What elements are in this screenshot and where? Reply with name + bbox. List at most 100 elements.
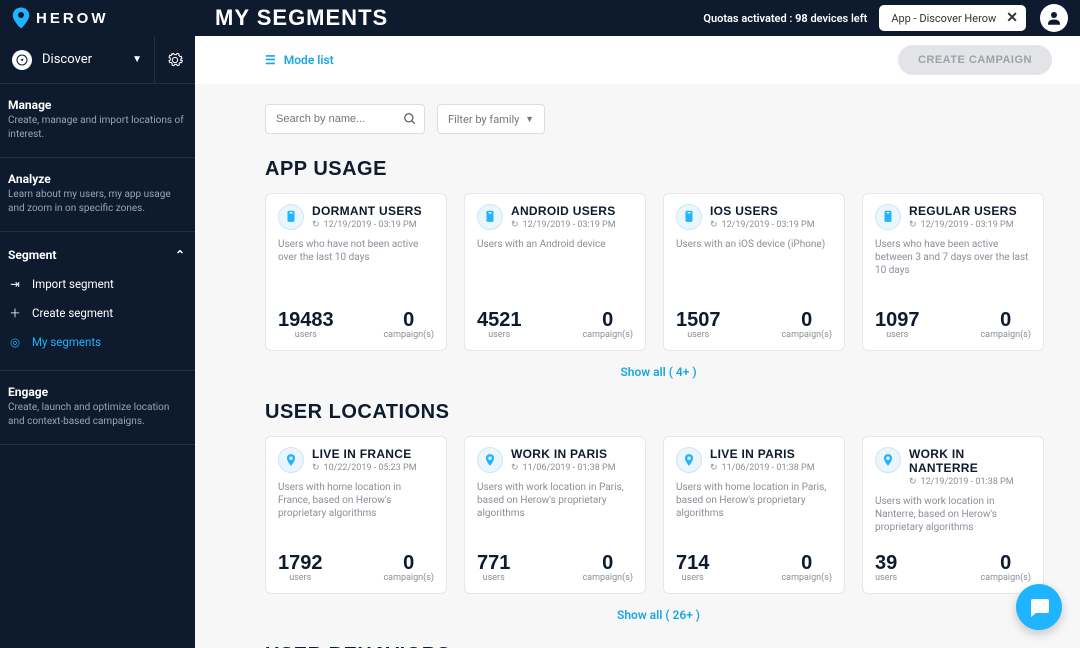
pin-icon bbox=[676, 447, 702, 473]
close-icon[interactable]: ✕ bbox=[1006, 10, 1018, 26]
clock-icon: ↻ bbox=[511, 220, 519, 230]
card-title: DORMANT USERS bbox=[312, 204, 422, 218]
card-date: ↻12/19/2019 - 03:19 PM bbox=[312, 220, 422, 230]
plus-icon: ＋ bbox=[8, 305, 22, 321]
show-all-link[interactable]: Show all ( 26+ ) bbox=[265, 608, 1052, 622]
gear-icon bbox=[167, 52, 183, 68]
campaigns-metric: 0 campaign(s) bbox=[383, 553, 434, 583]
create-campaign-button[interactable]: CREATE CAMPAIGN bbox=[898, 45, 1052, 75]
campaigns-metric: 0 campaign(s) bbox=[582, 310, 633, 340]
app-icon bbox=[477, 204, 503, 230]
show-all-link[interactable]: Show all ( 4+ ) bbox=[265, 365, 1052, 379]
card-description: Users with work location in Paris, based… bbox=[477, 481, 633, 520]
segment-card[interactable]: WORK IN NANTERRE ↻12/19/2019 - 01:38 PM … bbox=[862, 436, 1044, 594]
users-metric: 4521 users bbox=[477, 310, 522, 340]
section-title: USER BEHAVIORS bbox=[265, 644, 1052, 648]
app-icon bbox=[278, 204, 304, 230]
segment-card[interactable]: LIVE IN FRANCE ↻10/22/2019 - 05:23 PM Us… bbox=[265, 436, 447, 594]
app-icon bbox=[676, 204, 702, 230]
users-metric: 39 users bbox=[875, 553, 897, 583]
quota-text: Quotas activated : 98 devices left bbox=[703, 12, 867, 25]
segment-card[interactable]: LIVE IN PARIS ↻11/06/2019 - 01:38 PM Use… bbox=[663, 436, 845, 594]
settings-button[interactable] bbox=[155, 52, 195, 68]
card-date: ↻10/22/2019 - 05:23 PM bbox=[312, 463, 417, 473]
card-description: Users who have not been active over the … bbox=[278, 238, 434, 264]
campaigns-metric: 0 campaign(s) bbox=[383, 310, 434, 340]
card-title: IOS USERS bbox=[710, 204, 815, 218]
users-metric: 19483 users bbox=[278, 310, 334, 340]
logo-text: HEROW bbox=[36, 10, 109, 27]
avatar[interactable] bbox=[1040, 4, 1068, 32]
toolbar: ☰ Mode list CREATE CAMPAIGN bbox=[195, 36, 1080, 84]
app-icon bbox=[875, 204, 901, 230]
sidebar-create-segment[interactable]: ＋ Create segment bbox=[0, 298, 195, 328]
sidebar-segment-header[interactable]: Segment ⌃ bbox=[0, 232, 195, 270]
segment-card[interactable]: DORMANT USERS ↻12/19/2019 - 03:19 PM Use… bbox=[265, 193, 447, 351]
users-metric: 771 users bbox=[477, 553, 510, 583]
card-date: ↻11/06/2019 - 01:38 PM bbox=[710, 463, 815, 473]
search-icon bbox=[403, 111, 417, 130]
app-selector[interactable]: App - Discover Herow ✕ bbox=[879, 5, 1026, 31]
logo[interactable]: HEROW bbox=[0, 7, 195, 29]
users-metric: 1792 users bbox=[278, 553, 323, 583]
card-date: ↻12/19/2019 - 01:38 PM bbox=[909, 477, 1031, 487]
section-title: USER LOCATIONS bbox=[265, 401, 1052, 424]
card-date: ↻12/19/2019 - 03:19 PM bbox=[511, 220, 616, 230]
card-title: LIVE IN PARIS bbox=[710, 447, 815, 461]
list-icon: ☰ bbox=[265, 53, 276, 67]
section-title: APP USAGE bbox=[265, 158, 1052, 181]
compass-icon bbox=[16, 54, 28, 66]
sidebar: Discover ▼ Manage Create, manage and imp… bbox=[0, 36, 195, 648]
card-date: ↻12/19/2019 - 03:19 PM bbox=[710, 220, 815, 230]
users-metric: 1507 users bbox=[676, 310, 721, 340]
caret-down-icon: ▼ bbox=[525, 114, 534, 125]
sidebar-my-segments[interactable]: ◎ My segments bbox=[0, 328, 195, 356]
target-icon: ◎ bbox=[8, 335, 22, 349]
campaigns-metric: 0 campaign(s) bbox=[980, 553, 1031, 583]
import-icon: ⇥ bbox=[8, 277, 22, 291]
segment-card[interactable]: IOS USERS ↻12/19/2019 - 03:19 PM Users w… bbox=[663, 193, 845, 351]
clock-icon: ↻ bbox=[312, 220, 320, 230]
pin-icon bbox=[477, 447, 503, 473]
campaigns-metric: 0 campaign(s) bbox=[781, 310, 832, 340]
caret-down-icon: ▼ bbox=[132, 54, 142, 65]
chevron-up-icon: ⌃ bbox=[175, 248, 185, 262]
sidebar-analyze[interactable]: Analyze Learn about my users, my app usa… bbox=[0, 158, 195, 232]
card-title: WORK IN PARIS bbox=[511, 447, 616, 461]
clock-icon: ↻ bbox=[312, 463, 320, 473]
campaigns-metric: 0 campaign(s) bbox=[980, 310, 1031, 340]
clock-icon: ↻ bbox=[909, 220, 917, 230]
users-metric: 1097 users bbox=[875, 310, 920, 340]
mode-list-toggle[interactable]: ☰ Mode list bbox=[265, 53, 334, 67]
card-title: LIVE IN FRANCE bbox=[312, 447, 417, 461]
card-title: WORK IN NANTERRE bbox=[909, 447, 1031, 475]
users-metric: 714 users bbox=[676, 553, 709, 583]
logo-pin-icon bbox=[12, 7, 30, 29]
card-description: Users with home location in Paris, based… bbox=[676, 481, 832, 520]
main-content: ☰ Mode list CREATE CAMPAIGN Filter by fa… bbox=[195, 36, 1080, 648]
chat-icon bbox=[1027, 595, 1051, 619]
family-filter[interactable]: Filter by family ▼ bbox=[437, 104, 545, 134]
user-icon bbox=[1045, 9, 1063, 27]
pin-icon bbox=[875, 447, 901, 473]
campaigns-metric: 0 campaign(s) bbox=[582, 553, 633, 583]
pin-icon bbox=[278, 447, 304, 473]
sidebar-import-segment[interactable]: ⇥ Import segment bbox=[0, 270, 195, 298]
card-title: REGULAR USERS bbox=[909, 204, 1017, 218]
card-title: ANDROID USERS bbox=[511, 204, 616, 218]
clock-icon: ↻ bbox=[710, 463, 718, 473]
chat-widget[interactable] bbox=[1016, 584, 1062, 630]
segment-card[interactable]: ANDROID USERS ↻12/19/2019 - 03:19 PM Use… bbox=[464, 193, 646, 351]
segment-card[interactable]: WORK IN PARIS ↻11/06/2019 - 01:38 PM Use… bbox=[464, 436, 646, 594]
card-description: Users with home location in France, base… bbox=[278, 481, 434, 520]
top-header: HEROW MY SEGMENTS Quotas activated : 98 … bbox=[0, 0, 1080, 36]
card-description: Users with an iOS device (iPhone) bbox=[676, 238, 832, 251]
sidebar-engage[interactable]: Engage Create, launch and optimize locat… bbox=[0, 371, 195, 445]
clock-icon: ↻ bbox=[710, 220, 718, 230]
card-description: Users with an Android device bbox=[477, 238, 633, 251]
segment-card[interactable]: REGULAR USERS ↻12/19/2019 - 03:19 PM Use… bbox=[862, 193, 1044, 351]
card-date: ↻11/06/2019 - 01:38 PM bbox=[511, 463, 616, 473]
discover-selector[interactable]: Discover ▼ bbox=[0, 36, 155, 83]
search-input[interactable] bbox=[265, 104, 425, 134]
sidebar-manage[interactable]: Manage Create, manage and import locatio… bbox=[0, 84, 195, 158]
